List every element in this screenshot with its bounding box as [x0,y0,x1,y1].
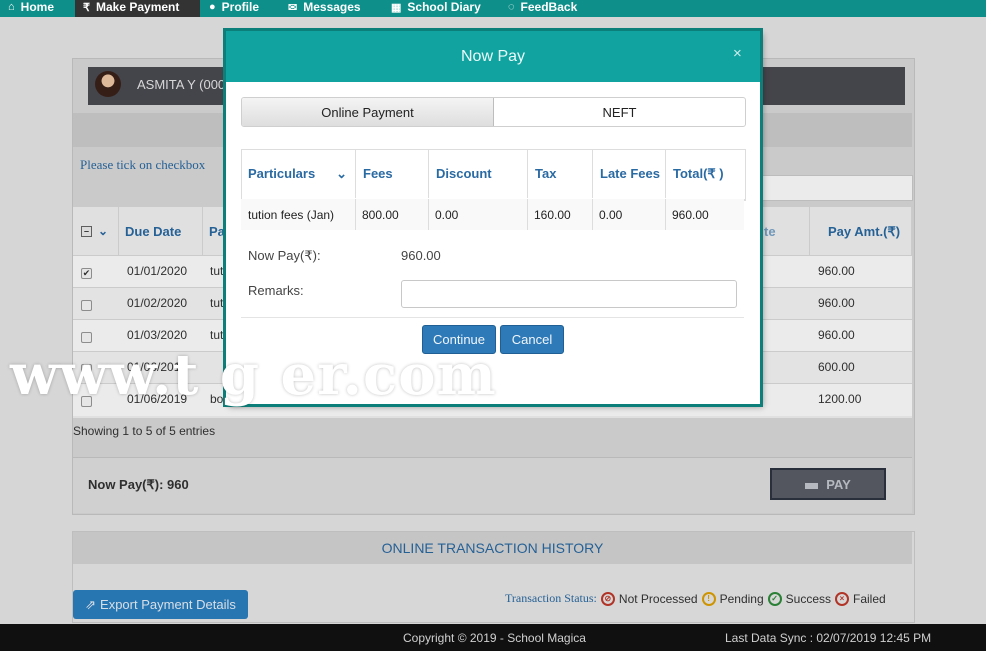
nav-messages-label: Messages [303,0,361,14]
rupee-icon: ₹ [83,1,90,14]
nav-make-payment[interactable]: ₹ Make Payment [75,0,200,17]
modal-divider [241,317,744,318]
chat-icon: ◌ [508,1,515,13]
col-particulars-modal[interactable]: Particulars ⌄ [241,149,355,198]
nav-profile[interactable]: ● Profile [201,0,267,17]
nav-make-payment-label: Make Payment [96,0,180,14]
nav-messages[interactable]: ✉ Messages [280,0,369,17]
watermark: www.t g er.com [10,342,497,408]
tab-neft[interactable]: NEFT [494,98,745,126]
nav-feedback-label: FeedBack [520,0,578,14]
footer: Copyright © 2019 - School Magica Last Da… [0,624,986,651]
close-icon[interactable]: × [733,45,742,62]
row-fees: 800.00 [362,208,399,222]
top-nav: ⌂ Home ₹ Make Payment ● Profile ✉ Messag… [0,0,986,17]
nav-home[interactable]: ⌂ Home [0,0,62,17]
remarks-label: Remarks: [248,283,304,298]
last-sync-text: Last Data Sync : 02/07/2019 12:45 PM [725,631,932,645]
col-total: Total(₹ ) [665,149,744,198]
copyright-text: Copyright © 2019 - School Magica [403,631,586,645]
nav-school-diary-label: School Diary [407,0,481,14]
modal-title: Now Pay [226,31,760,82]
row-particulars: tution fees (Jan) [248,208,335,222]
cancel-button[interactable]: Cancel [500,325,564,354]
row-discount: 0.00 [435,208,459,222]
nav-home-label: Home [20,0,54,14]
nav-profile-label: Profile [221,0,259,14]
nav-school-diary[interactable]: ▦ School Diary [383,0,489,17]
row-late-fees: 0.00 [599,208,623,222]
particulars-header-label: Particulars [248,166,316,181]
col-fees: Fees [355,149,428,198]
col-discount: Discount [428,149,527,198]
col-late-fees: Late Fees [592,149,664,198]
chevron-down-icon[interactable]: ⌄ [336,165,347,182]
col-tax: Tax [527,149,592,198]
nav-feedback[interactable]: ◌ FeedBack [500,0,585,17]
payment-method-tabs: Online Payment NEFT [241,97,746,127]
envelope-icon: ✉ [288,1,298,14]
calendar-icon: ▦ [391,1,402,14]
row-total: 960.00 [672,208,709,222]
home-icon: ⌂ [8,1,15,13]
now-pay-label: Now Pay(₹): [248,248,321,263]
now-pay-value: 960.00 [401,248,441,263]
remarks-input[interactable] [401,280,737,308]
user-icon: ● [209,1,216,13]
row-tax: 160.00 [534,208,571,222]
tab-online-payment[interactable]: Online Payment [242,98,494,126]
